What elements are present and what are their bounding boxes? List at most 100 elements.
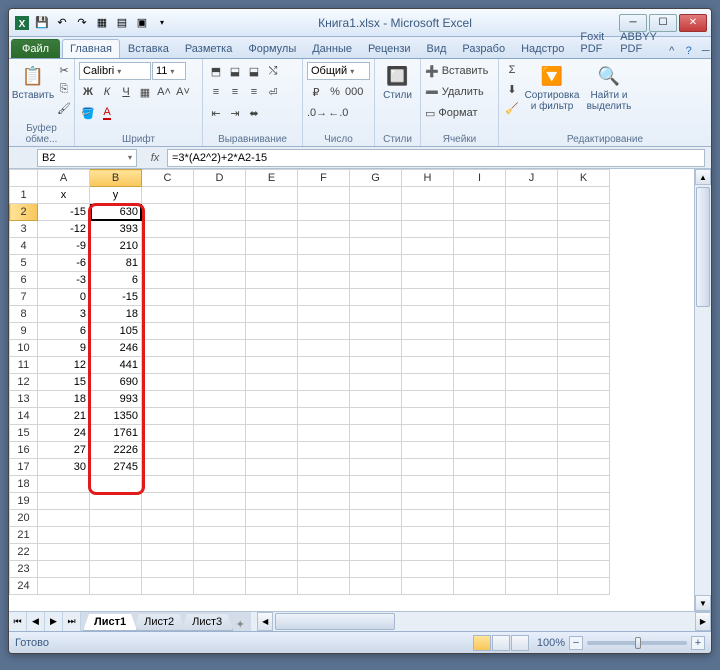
cell-J12[interactable] bbox=[506, 374, 558, 391]
cell-C8[interactable] bbox=[142, 306, 194, 323]
autosum-icon[interactable]: Σ bbox=[503, 61, 521, 79]
cell-C6[interactable] bbox=[142, 272, 194, 289]
cell-E10[interactable] bbox=[246, 340, 298, 357]
cell-K18[interactable] bbox=[558, 476, 610, 493]
cell-G14[interactable] bbox=[350, 408, 402, 425]
orientation-icon[interactable]: ⤭ bbox=[264, 62, 282, 80]
cell-G18[interactable] bbox=[350, 476, 402, 493]
cell-I16[interactable] bbox=[454, 442, 506, 459]
cell-F24[interactable] bbox=[298, 578, 350, 595]
cell-J5[interactable] bbox=[506, 255, 558, 272]
cell-G22[interactable] bbox=[350, 544, 402, 561]
cell-C4[interactable] bbox=[142, 238, 194, 255]
cell-A19[interactable] bbox=[38, 493, 90, 510]
cell-I2[interactable] bbox=[454, 204, 506, 221]
cell-B17[interactable]: 2745 bbox=[90, 459, 142, 476]
cell-J14[interactable] bbox=[506, 408, 558, 425]
cell-K17[interactable] bbox=[558, 459, 610, 476]
cell-D1[interactable] bbox=[194, 187, 246, 204]
cell-I1[interactable] bbox=[454, 187, 506, 204]
cell-F10[interactable] bbox=[298, 340, 350, 357]
qat-icon[interactable]: ▤ bbox=[113, 14, 131, 32]
cell-C11[interactable] bbox=[142, 357, 194, 374]
delete-cells-button[interactable]: ➖Удалить bbox=[425, 83, 484, 101]
cell-E5[interactable] bbox=[246, 255, 298, 272]
cell-A12[interactable]: 15 bbox=[38, 374, 90, 391]
row-header-13[interactable]: 13 bbox=[10, 391, 38, 408]
font-size-combo[interactable]: 11▾ bbox=[152, 62, 186, 80]
cell-B11[interactable]: 441 bbox=[90, 357, 142, 374]
cell-C24[interactable] bbox=[142, 578, 194, 595]
cell-K6[interactable] bbox=[558, 272, 610, 289]
last-sheet-icon[interactable]: ⏭ bbox=[63, 612, 81, 631]
first-sheet-icon[interactable]: ⏮ bbox=[9, 612, 27, 631]
cell-C7[interactable] bbox=[142, 289, 194, 306]
cell-I9[interactable] bbox=[454, 323, 506, 340]
cell-A22[interactable] bbox=[38, 544, 90, 561]
cell-G2[interactable] bbox=[350, 204, 402, 221]
merge-icon[interactable]: ⬌ bbox=[245, 104, 263, 122]
scroll-left-icon[interactable]: ◀ bbox=[257, 612, 273, 631]
cell-G6[interactable] bbox=[350, 272, 402, 289]
cell-A13[interactable]: 18 bbox=[38, 391, 90, 408]
paste-button[interactable]: 📋 Вставить bbox=[13, 61, 53, 103]
cell-I17[interactable] bbox=[454, 459, 506, 476]
cell-D7[interactable] bbox=[194, 289, 246, 306]
scroll-thumb[interactable] bbox=[696, 187, 710, 307]
cell-K3[interactable] bbox=[558, 221, 610, 238]
cell-H23[interactable] bbox=[402, 561, 454, 578]
sheet-tab-2[interactable]: Лист2 bbox=[133, 614, 185, 631]
row-header-14[interactable]: 14 bbox=[10, 408, 38, 425]
cell-I4[interactable] bbox=[454, 238, 506, 255]
cell-I22[interactable] bbox=[454, 544, 506, 561]
cell-B24[interactable] bbox=[90, 578, 142, 595]
tab-abbyy[interactable]: ABBYY PDF bbox=[612, 27, 665, 58]
cell-B9[interactable]: 105 bbox=[90, 323, 142, 340]
cell-I20[interactable] bbox=[454, 510, 506, 527]
cell-A5[interactable]: -6 bbox=[38, 255, 90, 272]
cell-C12[interactable] bbox=[142, 374, 194, 391]
cell-A10[interactable]: 9 bbox=[38, 340, 90, 357]
cell-G15[interactable] bbox=[350, 425, 402, 442]
cell-B8[interactable]: 18 bbox=[90, 306, 142, 323]
cell-G17[interactable] bbox=[350, 459, 402, 476]
cell-I3[interactable] bbox=[454, 221, 506, 238]
cell-D16[interactable] bbox=[194, 442, 246, 459]
cell-G24[interactable] bbox=[350, 578, 402, 595]
comma-icon[interactable]: 000 bbox=[345, 83, 363, 101]
row-header-16[interactable]: 16 bbox=[10, 442, 38, 459]
cell-F8[interactable] bbox=[298, 306, 350, 323]
find-select-button[interactable]: 🔍 Найти и выделить bbox=[583, 61, 635, 114]
cell-K20[interactable] bbox=[558, 510, 610, 527]
cell-B21[interactable] bbox=[90, 527, 142, 544]
cell-D9[interactable] bbox=[194, 323, 246, 340]
cell-J23[interactable] bbox=[506, 561, 558, 578]
cell-K1[interactable] bbox=[558, 187, 610, 204]
column-header-B[interactable]: B bbox=[90, 170, 142, 187]
percent-icon[interactable]: % bbox=[326, 83, 344, 101]
cell-I24[interactable] bbox=[454, 578, 506, 595]
cell-D14[interactable] bbox=[194, 408, 246, 425]
cell-J13[interactable] bbox=[506, 391, 558, 408]
cell-D19[interactable] bbox=[194, 493, 246, 510]
cell-K12[interactable] bbox=[558, 374, 610, 391]
row-header-15[interactable]: 15 bbox=[10, 425, 38, 442]
cell-C13[interactable] bbox=[142, 391, 194, 408]
align-left-icon[interactable]: ≡ bbox=[207, 83, 225, 101]
cell-D18[interactable] bbox=[194, 476, 246, 493]
cell-D6[interactable] bbox=[194, 272, 246, 289]
cell-K4[interactable] bbox=[558, 238, 610, 255]
row-header-6[interactable]: 6 bbox=[10, 272, 38, 289]
scroll-right-icon[interactable]: ▶ bbox=[695, 612, 711, 631]
tab-developer[interactable]: Разрабо bbox=[454, 39, 513, 58]
column-header-C[interactable]: C bbox=[142, 170, 194, 187]
cell-B13[interactable]: 993 bbox=[90, 391, 142, 408]
select-all-corner[interactable] bbox=[10, 170, 38, 187]
cell-F3[interactable] bbox=[298, 221, 350, 238]
tab-view[interactable]: Вид bbox=[419, 39, 455, 58]
cell-K8[interactable] bbox=[558, 306, 610, 323]
increase-decimal-icon[interactable]: .0→ bbox=[307, 104, 327, 122]
cell-H2[interactable] bbox=[402, 204, 454, 221]
cell-I14[interactable] bbox=[454, 408, 506, 425]
cell-F2[interactable] bbox=[298, 204, 350, 221]
